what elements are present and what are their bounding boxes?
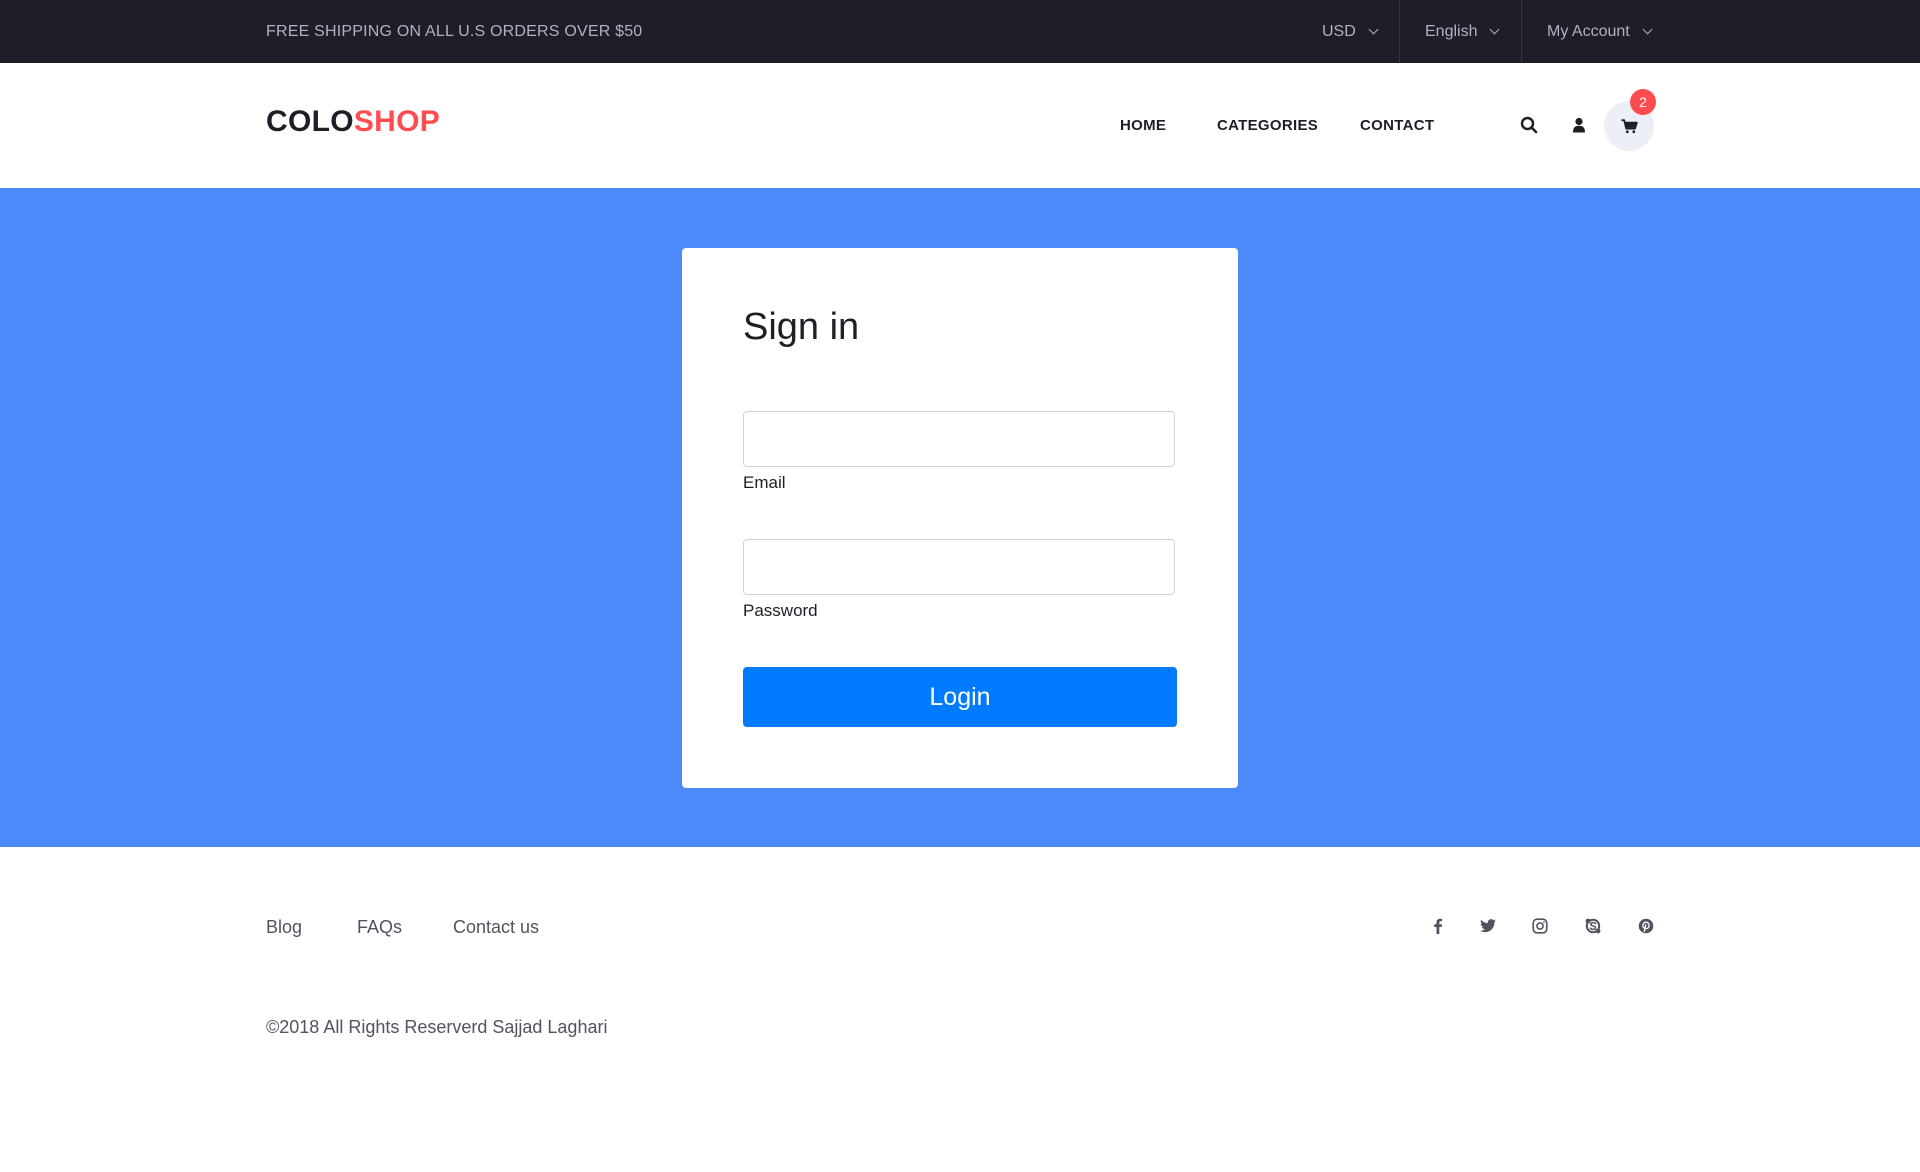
cart-count-badge: 2 <box>1630 89 1656 115</box>
chevron-down-icon <box>1642 24 1653 35</box>
nav-contact[interactable]: CONTACT <box>1360 63 1434 188</box>
signin-card: Sign in Email Password Login <box>682 248 1238 788</box>
language-label: English <box>1425 23 1478 40</box>
divider <box>1521 0 1522 63</box>
shipping-notice: FREE SHIPPING ON ALL U.S ORDERS OVER $50 <box>266 23 643 40</box>
twitter-icon[interactable] <box>1478 916 1498 936</box>
account-label: My Account <box>1547 23 1630 40</box>
nav-categories[interactable]: CATEGORIES <box>1217 63 1318 188</box>
password-label: Password <box>743 601 818 620</box>
user-icon[interactable] <box>1567 113 1591 137</box>
currency-selector[interactable]: USD <box>1322 0 1379 63</box>
logo-part-1: COLO <box>266 105 354 138</box>
account-selector[interactable]: My Account <box>1547 0 1653 63</box>
footer-link-contact[interactable]: Contact us <box>453 917 539 938</box>
login-button[interactable]: Login <box>743 667 1177 727</box>
chevron-down-icon <box>1490 24 1500 35</box>
main-header: COLOSHOP HOME CATEGORIES CONTACT 2 <box>0 63 1920 188</box>
chevron-down-icon <box>1368 24 1379 35</box>
footer-link-blog[interactable]: Blog <box>266 917 302 938</box>
language-selector[interactable]: English <box>1425 0 1500 63</box>
instagram-icon[interactable] <box>1530 916 1550 936</box>
search-icon[interactable] <box>1517 113 1541 137</box>
top-bar: FREE SHIPPING ON ALL U.S ORDERS OVER $50… <box>0 0 1920 63</box>
email-label: Email <box>743 473 786 492</box>
password-field[interactable] <box>743 539 1175 595</box>
footer-link-faqs[interactable]: FAQs <box>357 917 402 938</box>
pinterest-icon[interactable] <box>1636 916 1656 936</box>
divider <box>1399 0 1400 63</box>
logo[interactable]: COLOSHOP <box>266 105 440 139</box>
nav-home[interactable]: HOME <box>1120 63 1166 188</box>
skype-icon[interactable] <box>1583 916 1603 936</box>
email-field[interactable] <box>743 411 1175 467</box>
copyright-text: ©2018 All Rights Reserverd Sajjad Laghar… <box>266 1017 608 1037</box>
facebook-icon[interactable] <box>1428 916 1448 936</box>
cart-icon <box>1621 118 1638 133</box>
logo-part-2: SHOP <box>353 105 441 138</box>
signin-title: Sign in <box>743 306 860 348</box>
currency-label: USD <box>1322 23 1356 40</box>
